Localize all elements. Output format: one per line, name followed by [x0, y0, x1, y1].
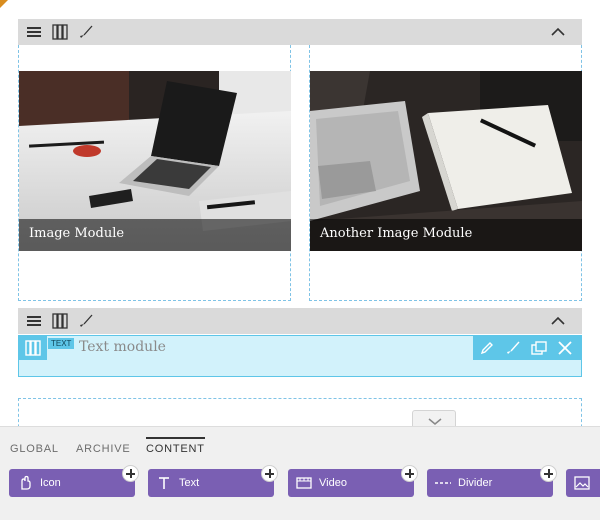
module-label: Icon [40, 477, 61, 489]
module-label: Divider [458, 477, 493, 489]
module-actions [473, 336, 581, 360]
image-module[interactable]: Image Module [19, 71, 291, 251]
row-2-toolbar [18, 308, 582, 334]
row-1-toolbar [18, 19, 582, 45]
corner-accent [0, 0, 8, 8]
image-caption: Image Module [19, 219, 291, 251]
tab-global[interactable]: GLOBAL [10, 443, 59, 455]
text-icon [156, 475, 172, 491]
brush-icon[interactable] [505, 340, 521, 356]
divider-icon [435, 475, 451, 491]
divider-module-button[interactable]: Divider [427, 465, 557, 497]
text-module[interactable]: Text module TEXT [18, 335, 582, 377]
film-icon [296, 475, 312, 491]
text-module-content[interactable]: Text module [79, 339, 166, 355]
brush-icon[interactable] [78, 313, 94, 329]
image-caption: Another Image Module [310, 219, 582, 251]
icon-module-button[interactable]: Icon [9, 465, 139, 497]
column-handle[interactable] [19, 336, 47, 360]
columns-icon[interactable] [52, 24, 68, 40]
tab-archive[interactable]: ARCHIVE [76, 443, 131, 455]
module-type-badge: TEXT [48, 338, 75, 349]
module-label: Video [319, 477, 347, 489]
video-module-button[interactable]: Video [288, 465, 418, 497]
column-right: Another Image Module [309, 45, 582, 301]
add-icon[interactable] [540, 465, 557, 482]
add-icon[interactable] [401, 465, 418, 482]
pencil-icon[interactable] [479, 340, 495, 356]
add-icon[interactable] [261, 465, 278, 482]
image-icon [574, 475, 590, 491]
tab-content[interactable]: CONTENT [146, 437, 205, 455]
duplicate-icon[interactable] [531, 340, 547, 356]
text-module-button[interactable]: Text [148, 465, 278, 497]
image-module-button[interactable] [566, 469, 600, 497]
chevron-up-icon[interactable] [550, 24, 566, 40]
module-label: Text [179, 477, 200, 489]
image-module[interactable]: Another Image Module [310, 71, 582, 251]
menu-icon[interactable] [26, 313, 42, 329]
brush-icon[interactable] [78, 24, 94, 40]
close-icon[interactable] [557, 340, 573, 356]
menu-icon[interactable] [26, 24, 42, 40]
chevron-up-icon[interactable] [550, 313, 566, 329]
columns-icon[interactable] [52, 313, 68, 329]
columns-icon [25, 340, 41, 356]
column-left: Image Module [18, 45, 291, 301]
hand-icon [17, 475, 33, 491]
module-panel: GLOBAL ARCHIVE CONTENT Icon Text Video D… [0, 426, 600, 520]
add-icon[interactable] [122, 465, 139, 482]
